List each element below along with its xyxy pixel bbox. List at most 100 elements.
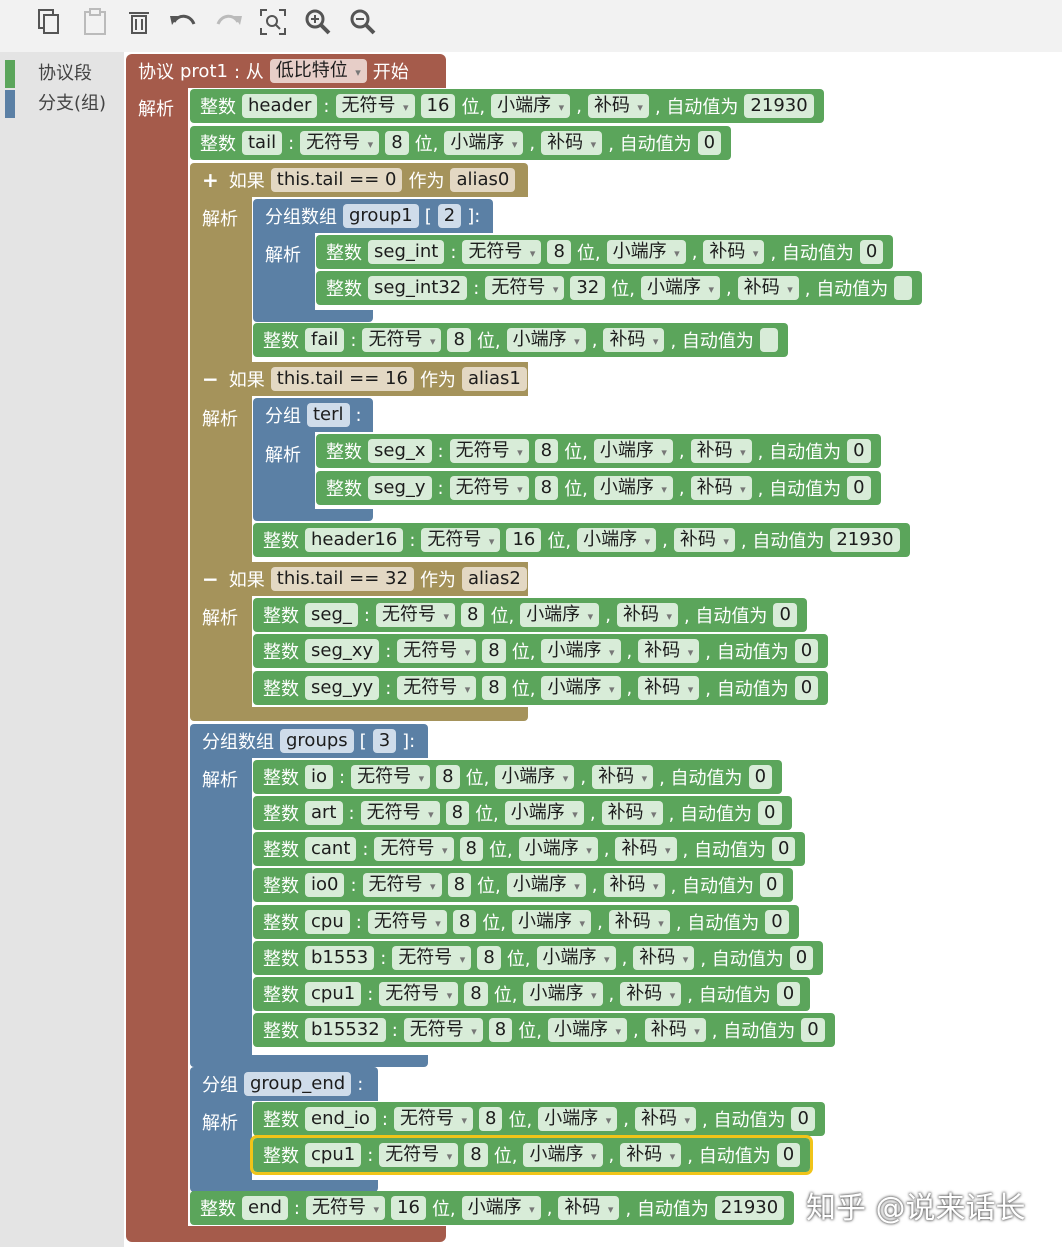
encoding-dropdown[interactable]: 补码 bbox=[603, 328, 665, 352]
integer-field-block-end_io[interactable]: 整数 end_io: 无符号8位,小端序,补码, 自动值为0 bbox=[253, 1102, 825, 1136]
encoding-dropdown[interactable]: 补码 bbox=[690, 476, 752, 500]
encoding-dropdown[interactable]: 补码 bbox=[638, 639, 700, 663]
field-name-input[interactable]: cant bbox=[305, 837, 357, 861]
group-name-field[interactable]: terl bbox=[307, 403, 350, 427]
encoding-dropdown[interactable]: 补码 bbox=[620, 1143, 682, 1167]
endian-dropdown[interactable]: 小端序 bbox=[491, 94, 571, 118]
endian-dropdown[interactable]: 小端序 bbox=[495, 765, 575, 789]
endian-dropdown[interactable]: 小端序 bbox=[520, 603, 600, 627]
auto-value-input[interactable]: 0 bbox=[697, 131, 722, 155]
integer-field-block-tail[interactable]: 整数 tail:无符号8位,小端序,补码, 自动值为0 bbox=[190, 126, 732, 160]
field-name-input[interactable]: io bbox=[305, 765, 334, 789]
undo-icon[interactable] bbox=[166, 8, 200, 42]
endian-dropdown[interactable]: 小端序 bbox=[461, 1196, 541, 1220]
sign-dropdown[interactable]: 无符号 bbox=[362, 873, 442, 897]
field-name-input[interactable]: b15532 bbox=[305, 1018, 386, 1042]
bits-input[interactable]: 8 bbox=[464, 982, 488, 1006]
encoding-dropdown[interactable]: 补码 bbox=[603, 873, 665, 897]
condition-field[interactable]: this.tail == 16 bbox=[270, 367, 414, 391]
collapse-toggle[interactable]: − bbox=[202, 567, 219, 591]
integer-field-block-header16[interactable]: 整数 header16:无符号16位,小端序,补码, 自动值为21930 bbox=[253, 523, 910, 557]
redo-icon[interactable] bbox=[212, 8, 246, 42]
endian-dropdown[interactable]: 小端序 bbox=[523, 982, 603, 1006]
sign-dropdown[interactable]: 无符号 bbox=[360, 801, 440, 825]
endian-dropdown[interactable]: 小端序 bbox=[593, 439, 673, 463]
toolbox-category-protocol[interactable]: 协议段 bbox=[0, 60, 124, 88]
integer-field-block-seg_yy[interactable]: 整数 seg_yy:无符号8位,小端序,补码, 自动值为0 bbox=[253, 671, 829, 705]
toolbox-category-branch[interactable]: 分支(组) bbox=[0, 90, 124, 118]
endian-dropdown[interactable]: 小端序 bbox=[577, 528, 657, 552]
protocol-name[interactable]: prot1 bbox=[180, 61, 228, 82]
alias-field[interactable]: alias2 bbox=[461, 567, 527, 591]
sign-dropdown[interactable]: 无符号 bbox=[306, 1196, 386, 1220]
encoding-dropdown[interactable]: 补码 bbox=[638, 676, 700, 700]
field-name-input[interactable]: cpu1 bbox=[305, 982, 362, 1006]
integer-field-block-fail[interactable]: 整数 fail:无符号8位,小端序,补码, 自动值为 bbox=[253, 323, 788, 357]
integer-field-block-io[interactable]: 整数 io:无符号8位,小端序,补码, 自动值为0 bbox=[253, 760, 783, 794]
field-name-input[interactable]: end bbox=[242, 1196, 288, 1220]
bits-input[interactable]: 8 bbox=[479, 1107, 503, 1131]
integer-field-block-cpu[interactable]: 整数 cpu:无符号8位,小端序,补码, 自动值为0 bbox=[253, 905, 799, 939]
protocol-block-footer[interactable] bbox=[126, 1226, 446, 1242]
encoding-dropdown[interactable]: 补码 bbox=[634, 1107, 697, 1131]
sign-dropdown[interactable]: 无符号 bbox=[351, 765, 431, 789]
bits-input[interactable]: 8 bbox=[461, 603, 485, 627]
integer-field-block-seg_y[interactable]: 整数 seg_y:无符号8位,小端序,补码, 自动值为0 bbox=[316, 471, 881, 505]
auto-value-input[interactable]: 0 bbox=[773, 603, 797, 627]
zoom-in-icon[interactable] bbox=[301, 8, 335, 42]
sign-dropdown[interactable]: 无符号 bbox=[397, 639, 477, 663]
encoding-dropdown[interactable]: 补码 bbox=[620, 982, 682, 1006]
encoding-dropdown[interactable]: 补码 bbox=[737, 276, 799, 300]
auto-value-input[interactable]: 0 bbox=[758, 801, 782, 825]
sign-dropdown[interactable]: 无符号 bbox=[367, 910, 447, 934]
field-name-input[interactable]: tail bbox=[242, 131, 283, 155]
sign-dropdown[interactable]: 无符号 bbox=[485, 276, 565, 300]
auto-value-input[interactable]: 0 bbox=[748, 765, 773, 789]
sign-dropdown[interactable]: 无符号 bbox=[362, 328, 442, 352]
sign-dropdown[interactable]: 无符号 bbox=[374, 837, 454, 861]
endian-dropdown[interactable]: 小端序 bbox=[593, 476, 673, 500]
auto-value-input[interactable] bbox=[894, 276, 913, 300]
bits-input[interactable]: 8 bbox=[534, 476, 559, 500]
field-name-input[interactable]: cpu bbox=[305, 910, 350, 934]
bits-input[interactable]: 8 bbox=[488, 1018, 513, 1042]
paste-icon[interactable] bbox=[78, 8, 112, 42]
integer-field-block-io0[interactable]: 整数 io0:无符号8位,小端序,补码, 自动值为0 bbox=[253, 868, 794, 902]
field-name-input[interactable]: header16 bbox=[305, 528, 404, 552]
encoding-dropdown[interactable]: 补码 bbox=[644, 1018, 706, 1042]
bits-input[interactable]: 8 bbox=[385, 131, 409, 155]
group-count-field[interactable]: 3 bbox=[372, 729, 397, 753]
protocol-block-spine[interactable] bbox=[126, 86, 188, 1228]
sign-dropdown[interactable]: 无符号 bbox=[379, 1143, 459, 1167]
auto-value-input[interactable]: 0 bbox=[776, 982, 801, 1006]
encoding-dropdown[interactable]: 补码 bbox=[616, 603, 678, 627]
expand-toggle[interactable]: + bbox=[202, 168, 219, 192]
bits-input[interactable]: 8 bbox=[447, 873, 472, 897]
field-name-input[interactable]: seg_int bbox=[368, 240, 445, 264]
sign-dropdown[interactable]: 无符号 bbox=[462, 240, 542, 264]
auto-value-input[interactable]: 0 bbox=[789, 946, 814, 970]
integer-field-block-seg_[interactable]: 整数 seg_:无符号8位,小端序,补码, 自动值为0 bbox=[253, 598, 807, 632]
integer-field-block-b1553[interactable]: 整数 b1553:无符号8位,小端序,补码, 自动值为0 bbox=[253, 941, 824, 975]
field-name-input[interactable]: cpu1 bbox=[305, 1143, 362, 1167]
encoding-dropdown[interactable]: 补码 bbox=[558, 1196, 620, 1220]
bits-input[interactable]: 8 bbox=[547, 240, 571, 264]
bits-input[interactable]: 8 bbox=[445, 801, 470, 825]
auto-value-input[interactable]: 0 bbox=[776, 1143, 801, 1167]
bits-input[interactable]: 8 bbox=[447, 328, 471, 352]
endian-dropdown[interactable]: 小端序 bbox=[536, 946, 616, 970]
bits-input[interactable]: 16 bbox=[391, 1196, 426, 1220]
field-name-input[interactable]: seg_x bbox=[368, 439, 432, 463]
endian-dropdown[interactable]: 小端序 bbox=[512, 910, 592, 934]
field-name-input[interactable]: fail bbox=[305, 328, 345, 352]
integer-field-block-seg_xy[interactable]: 整数 seg_xy:无符号8位,小端序,补码, 自动值为0 bbox=[253, 634, 829, 668]
auto-value-input[interactable]: 0 bbox=[801, 1018, 825, 1042]
auto-value-input[interactable]: 0 bbox=[765, 910, 789, 934]
integer-field-block-end[interactable]: 整数 end: 无符号16位,小端序,补码, 自动值为21930 bbox=[190, 1191, 795, 1225]
auto-value-input[interactable]: 0 bbox=[760, 873, 784, 897]
auto-value-input[interactable]: 0 bbox=[859, 240, 884, 264]
delete-icon[interactable] bbox=[122, 8, 156, 42]
bits-input[interactable]: 8 bbox=[477, 946, 501, 970]
field-name-input[interactable]: header bbox=[242, 94, 318, 118]
bits-input[interactable]: 8 bbox=[459, 837, 483, 861]
